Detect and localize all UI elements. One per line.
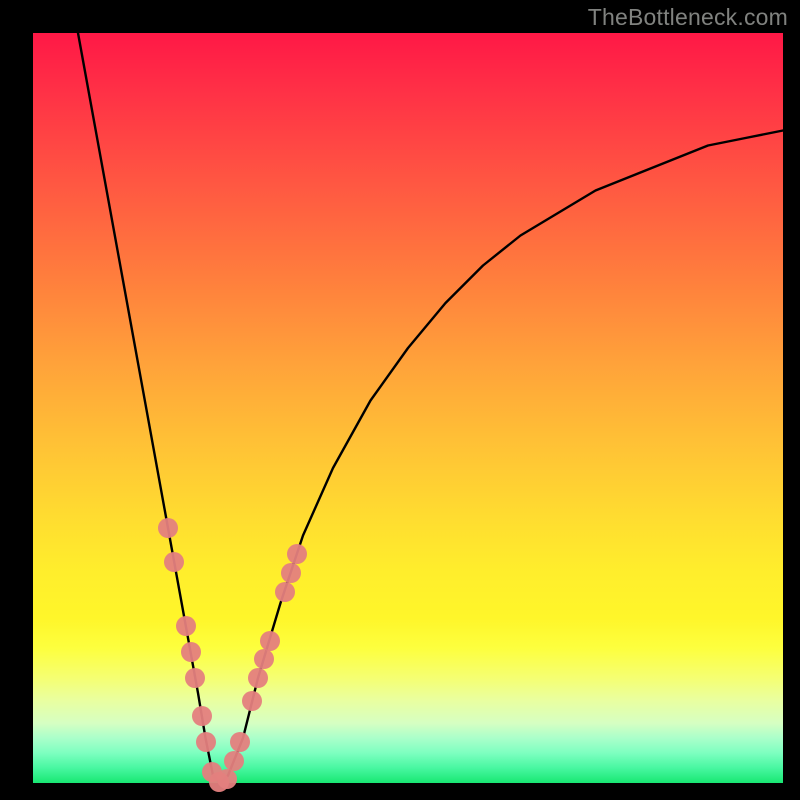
plot-area — [33, 33, 783, 783]
data-marker — [287, 544, 307, 564]
data-marker — [254, 649, 274, 669]
data-marker — [217, 769, 237, 789]
data-marker — [158, 518, 178, 538]
watermark-text: TheBottleneck.com — [588, 4, 788, 31]
data-marker — [192, 706, 212, 726]
data-marker — [248, 668, 268, 688]
data-marker — [164, 552, 184, 572]
data-marker — [260, 631, 280, 651]
marker-layer — [33, 33, 783, 783]
data-marker — [176, 616, 196, 636]
data-marker — [196, 732, 216, 752]
data-marker — [181, 642, 201, 662]
data-marker — [242, 691, 262, 711]
chart-frame: TheBottleneck.com — [0, 0, 800, 800]
data-marker — [275, 582, 295, 602]
data-marker — [230, 732, 250, 752]
data-marker — [185, 668, 205, 688]
data-marker — [224, 751, 244, 771]
data-marker — [281, 563, 301, 583]
